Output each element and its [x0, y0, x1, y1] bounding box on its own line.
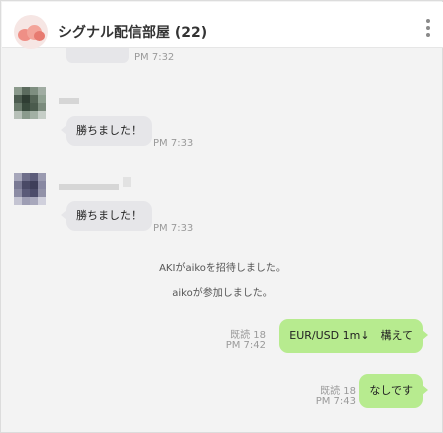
message-text: EUR/USD 1m↓ 構えて — [289, 329, 413, 342]
message-bubble-outgoing: EUR/USD 1m↓ 構えて — [279, 319, 428, 353]
room-title[interactable]: シグナル配信部屋 (22) — [58, 22, 207, 42]
sender-name — [59, 98, 79, 104]
sender-name — [59, 184, 119, 190]
message-time: PM 7:33 — [153, 223, 194, 234]
message-bubble: 勝ちました！ — [61, 201, 152, 231]
avatar[interactable] — [14, 87, 46, 119]
chat-window: シグナル配信部屋 (22) PM 7:32 勝ちました！ PM 7:33 勝ちま… — [0, 0, 443, 433]
message-time: PM 7:43 — [315, 396, 356, 407]
message-text: なしです — [369, 384, 413, 397]
message-time: PM 7:32 — [134, 52, 175, 63]
message-time: PM 7:33 — [153, 138, 194, 149]
more-vertical-icon[interactable] — [422, 19, 434, 41]
message-bubble: 勝ちました！ — [61, 116, 152, 146]
message-text: 勝ちました！ — [76, 209, 142, 222]
system-message: aikoが参加しました。 — [172, 288, 273, 299]
system-message: AKIがaikoを招待しました。 — [159, 263, 286, 274]
sender-name-badge — [123, 177, 131, 187]
read-receipt: 既読 18 — [230, 330, 266, 341]
message-text: 勝ちました！ — [76, 124, 142, 137]
message-bubble-partial — [66, 48, 129, 63]
message-bubble-outgoing: なしです — [359, 374, 428, 408]
read-receipt: 既読 18 — [320, 386, 356, 397]
room-avatar[interactable] — [14, 15, 48, 49]
avatar[interactable] — [14, 173, 46, 205]
message-time: PM 7:42 — [225, 340, 266, 351]
chat-header: シグナル配信部屋 (22) — [2, 2, 443, 49]
